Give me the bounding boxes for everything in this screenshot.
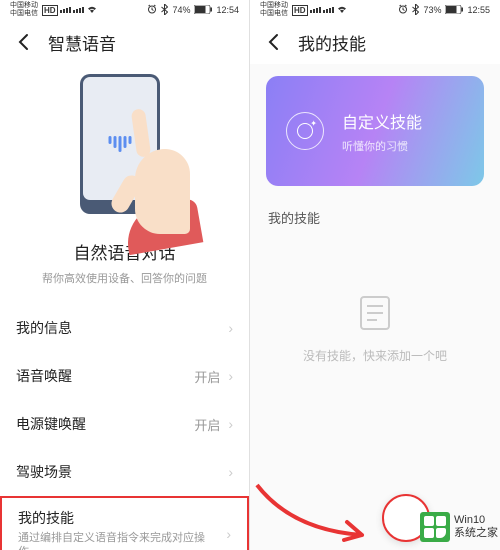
row-voice-wake[interactable]: 语音唤醒 开启 › [0,352,249,400]
header: 我的技能 [250,20,500,64]
hero-section: 自然语音对话 帮你高效使用设备、回答你的问题 [0,64,249,304]
battery-icon [445,5,463,16]
signal-icon [60,7,71,13]
windows-logo-icon [420,512,450,542]
phone-screen-left: 中国移动 中国电信 HD 74% [0,0,250,550]
row-driving-scene[interactable]: 驾驶场景 › [0,448,249,496]
signal-icon [323,7,334,13]
carrier-label: 中国移动 中国电信 [10,2,38,18]
signal-icon [310,7,321,13]
phone-screen-right: 中国移动 中国电信 HD 73% [250,0,500,550]
battery-text: 74% [172,5,190,15]
empty-state: 没有技能，快来添加一个吧 [250,231,500,364]
bluetooth-icon [412,4,419,17]
section-title: 我的技能 [250,198,500,231]
row-power-wake[interactable]: 电源键唤醒 开启 › [0,400,249,448]
card-subtitle: 听懂你的习惯 [342,138,422,154]
hero-illustration [55,74,195,234]
carrier-label: 中国移动 中国电信 [260,2,288,18]
hd-icon: HD [292,5,308,16]
wifi-icon [336,4,348,16]
status-bar: 中国移动 中国电信 HD 74% [0,0,249,20]
card-title: 自定义技能 [342,109,422,133]
settings-list: 我的信息 › 语音唤醒 开启 › 电源键唤醒 开启 › 驾驶场景 › 我的技能 … [0,304,249,550]
watermark: Win10 系统之家 [420,512,498,542]
header: 智慧语音 [0,20,249,64]
status-bar: 中国移动 中国电信 HD 73% [250,0,500,20]
wifi-icon [86,4,98,16]
alarm-icon [147,4,157,16]
back-icon[interactable] [14,32,34,52]
chevron-right-icon: › [226,526,231,542]
chevron-right-icon: › [228,416,233,432]
page-title: 智慧语音 [48,30,116,55]
time-text: 12:54 [216,5,239,15]
magic-wand-icon [286,112,324,150]
hd-icon: HD [42,5,58,16]
hero-subtitle: 帮你高效使用设备、回答你的问题 [0,270,249,286]
chevron-right-icon: › [228,368,233,384]
battery-text: 73% [423,5,441,15]
time-text: 12:55 [467,5,490,15]
chevron-right-icon: › [228,464,233,480]
battery-icon [194,5,212,16]
chevron-right-icon: › [228,320,233,336]
hero-title: 自然语音对话 [0,239,249,264]
bluetooth-icon [161,4,168,17]
empty-text: 没有技能，快来添加一个吧 [250,347,500,364]
row-my-skills[interactable]: 我的技能 通过编排自定义语音指令来完成对应操作 › [0,496,249,550]
alarm-icon [398,4,408,16]
page-title: 我的技能 [298,30,366,55]
row-my-info[interactable]: 我的信息 › [0,304,249,352]
custom-skills-card[interactable]: 自定义技能 听懂你的习惯 [266,76,484,186]
signal-icon [73,7,84,13]
back-icon[interactable] [264,32,284,52]
empty-document-icon [353,291,397,335]
